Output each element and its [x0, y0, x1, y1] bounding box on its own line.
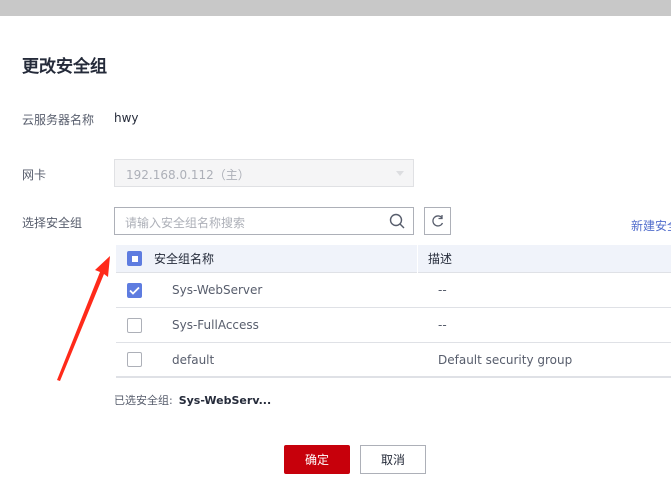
- nic-label: 网卡: [22, 168, 47, 182]
- select-group-label: 选择安全组: [22, 216, 83, 230]
- row-checkbox[interactable]: [127, 317, 142, 333]
- server-name-value: hwy: [114, 111, 139, 125]
- table-row[interactable]: Sys-FullAccess --: [116, 308, 671, 343]
- search-placeholder: 请输入安全组名称搜索: [125, 216, 246, 230]
- row-desc: --: [438, 283, 447, 297]
- nic-select-value: 192.168.0.112（主）: [126, 168, 250, 182]
- cancel-button[interactable]: 取消: [360, 445, 426, 474]
- overlay-top-bar: [0, 0, 671, 16]
- nic-select: 192.168.0.112（主）: [114, 159, 414, 187]
- confirm-button[interactable]: 确定: [284, 445, 350, 474]
- header-desc: 描述: [428, 252, 453, 266]
- chevron-down-icon: [396, 171, 404, 176]
- refresh-icon: [431, 215, 443, 227]
- create-security-group-link[interactable]: 新建安全组: [631, 217, 671, 234]
- security-group-table: 安全组名称 描述 Sys-WebServer -- Sys-FullAccess…: [116, 245, 671, 378]
- server-name-label: 云服务器名称: [22, 113, 95, 127]
- row-desc: --: [438, 318, 447, 332]
- table-header: 安全组名称 描述: [116, 245, 671, 273]
- selected-value: Sys-WebServ...: [178, 394, 272, 407]
- row-checkbox[interactable]: [127, 282, 142, 298]
- dialog-title: 更改安全组: [22, 57, 107, 77]
- search-input[interactable]: 请输入安全组名称搜索: [114, 207, 414, 235]
- select-all-checkbox[interactable]: [127, 251, 142, 266]
- row-desc: Default security group: [438, 352, 573, 367]
- header-name: 安全组名称: [154, 252, 215, 266]
- check-icon: [129, 286, 140, 295]
- row-name: Sys-FullAccess: [172, 318, 259, 332]
- row-name: Sys-WebServer: [172, 283, 263, 297]
- table-row[interactable]: default Default security group: [116, 343, 671, 378]
- selected-label: 已选安全组:: [114, 394, 173, 407]
- selected-groups: 已选安全组: Sys-WebServ...: [114, 392, 271, 408]
- table-row[interactable]: Sys-WebServer --: [116, 273, 671, 308]
- row-name: default: [172, 352, 215, 367]
- search-icon[interactable]: [389, 213, 405, 229]
- refresh-button[interactable]: [424, 207, 451, 235]
- row-checkbox[interactable]: [127, 352, 142, 367]
